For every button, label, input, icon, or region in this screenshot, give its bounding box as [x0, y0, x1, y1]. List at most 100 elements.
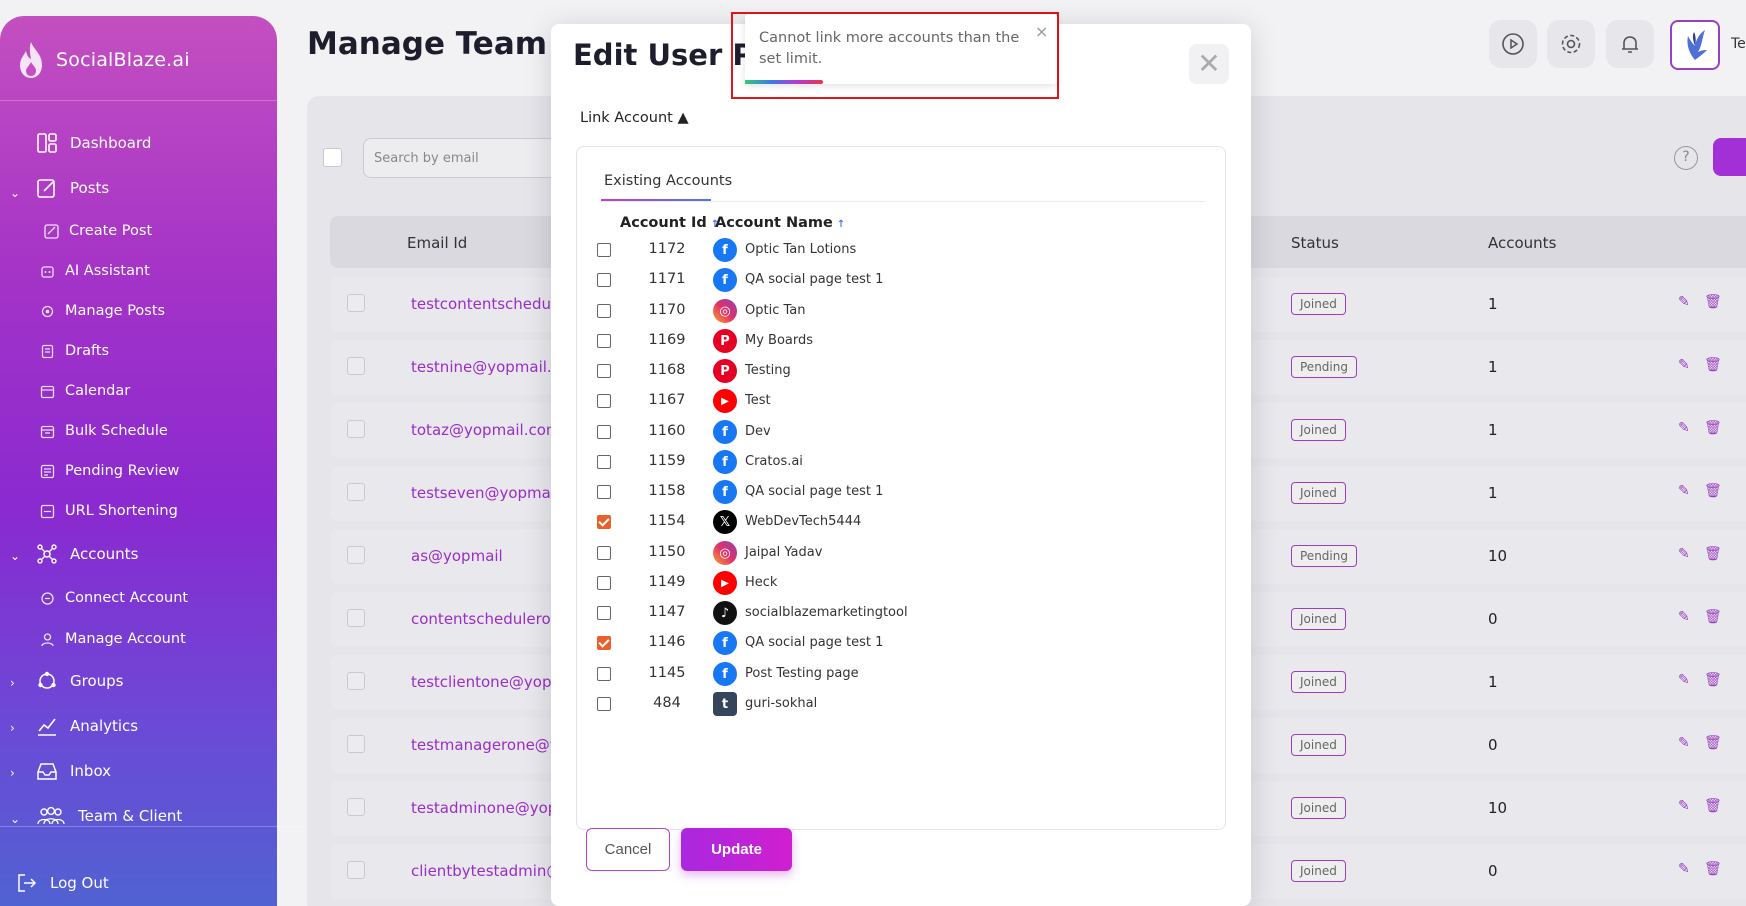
trash-icon[interactable]: 🗑 — [1704, 294, 1722, 310]
account-checkbox[interactable] — [597, 606, 611, 620]
tab-existing-accounts[interactable]: Existing Accounts — [604, 173, 732, 189]
account-row[interactable]: 1171 f QA social page test 1 — [577, 265, 1225, 295]
help-icon[interactable]: ? — [1674, 146, 1698, 170]
sidebar-item-ai-assistant[interactable]: AI Assistant — [40, 263, 150, 279]
sidebar-item-drafts[interactable]: Drafts — [40, 343, 109, 359]
row-checkbox[interactable] — [347, 483, 365, 501]
email-link[interactable]: testadminone@yop — [411, 799, 557, 817]
email-link[interactable]: testnine@yopmail.c — [411, 358, 560, 376]
sidebar-item-create-post[interactable]: Create Post — [44, 223, 152, 239]
sidebar-item-pending-review[interactable]: Pending Review — [40, 463, 179, 479]
sidebar-item-bulk-schedule[interactable]: Bulk Schedule — [40, 423, 168, 439]
chevron-down-icon[interactable]: ⌄ — [10, 549, 20, 563]
trash-icon[interactable]: 🗑 — [1704, 420, 1722, 436]
column-header-account-name[interactable]: Account Name ↑ — [715, 215, 845, 231]
account-row[interactable]: 1146 f QA social page test 1 — [577, 628, 1225, 658]
row-checkbox[interactable] — [347, 798, 365, 816]
account-row[interactable]: 1150 ◎ Jaipal Yadav — [577, 538, 1225, 568]
edit-icon[interactable]: ✎ — [1678, 861, 1690, 877]
brand[interactable]: SocialBlaze.ai — [14, 40, 190, 80]
sidebar-item-groups[interactable]: Groups — [36, 670, 123, 692]
sidebar-item-accounts[interactable]: Accounts — [36, 543, 138, 565]
email-link[interactable]: clientbytestadmin@ — [411, 862, 561, 880]
update-button[interactable]: Update — [681, 828, 792, 871]
sidebar-item-url-shortening[interactable]: URL Shortening — [40, 503, 178, 519]
toast-close-icon[interactable]: × — [1035, 22, 1048, 41]
cancel-button[interactable]: Cancel — [586, 828, 670, 871]
email-link[interactable]: testcontentschedule — [411, 295, 564, 313]
account-checkbox[interactable] — [597, 697, 611, 711]
account-row[interactable]: 1169 P My Boards — [577, 326, 1225, 356]
trash-icon[interactable]: 🗑 — [1704, 798, 1722, 814]
account-checkbox[interactable] — [597, 636, 611, 650]
email-link[interactable]: contentscheduleron — [411, 610, 560, 628]
sidebar-item-calendar[interactable]: Calendar — [40, 383, 130, 399]
column-header-account-id[interactable]: Account Id ↑ — [620, 215, 719, 231]
trash-icon[interactable]: 🗑 — [1704, 357, 1722, 373]
row-checkbox[interactable] — [347, 546, 365, 564]
account-checkbox[interactable] — [597, 364, 611, 378]
link-account-toggle[interactable]: Link Account ▲ — [580, 110, 689, 126]
account-row[interactable]: 1158 f QA social page test 1 — [577, 477, 1225, 507]
trash-icon[interactable]: 🗑 — [1704, 672, 1722, 688]
email-link[interactable]: testmanagerone@y — [411, 736, 559, 754]
trash-icon[interactable]: 🗑 — [1704, 861, 1722, 877]
edit-icon[interactable]: ✎ — [1678, 735, 1690, 751]
account-row[interactable]: 1149 ▶ Heck — [577, 568, 1225, 598]
account-row[interactable]: 1170 ◎ Optic Tan — [577, 296, 1225, 326]
sidebar-item-connect-account[interactable]: Connect Account — [40, 590, 188, 606]
account-row[interactable]: 1167 ▶ Test — [577, 386, 1225, 416]
account-checkbox[interactable] — [597, 515, 611, 529]
notifications-button[interactable] — [1606, 20, 1654, 68]
email-link[interactable]: testseven@yopmail — [411, 484, 559, 502]
settings-button[interactable] — [1547, 20, 1595, 68]
account-checkbox[interactable] — [597, 667, 611, 681]
row-checkbox[interactable] — [347, 735, 365, 753]
chevron-right-icon[interactable]: › — [10, 766, 15, 780]
account-checkbox[interactable] — [597, 576, 611, 590]
chevron-down-icon[interactable]: ⌄ — [10, 186, 20, 200]
email-link[interactable]: as@yopmail — [411, 547, 503, 565]
edit-icon[interactable]: ✎ — [1678, 546, 1690, 562]
row-checkbox[interactable] — [347, 294, 365, 312]
account-checkbox[interactable] — [597, 425, 611, 439]
search-input[interactable]: Search by email — [363, 138, 563, 178]
account-row[interactable]: 1159 f Cratos.ai — [577, 447, 1225, 477]
select-all-checkbox[interactable] — [323, 148, 342, 167]
chevron-down-icon[interactable]: ⌄ — [10, 812, 20, 826]
close-icon[interactable]: ✕ — [1189, 44, 1229, 84]
row-checkbox[interactable] — [347, 420, 365, 438]
sidebar-item-posts[interactable]: Posts — [36, 177, 109, 199]
account-checkbox[interactable] — [597, 455, 611, 469]
account-row[interactable]: 1168 P Testing — [577, 356, 1225, 386]
row-checkbox[interactable] — [347, 609, 365, 627]
account-row[interactable]: 1154 𝕏 WebDevTech5444 — [577, 507, 1225, 537]
account-checkbox[interactable] — [597, 243, 611, 257]
sidebar-item-team-client[interactable]: Team & Client — [36, 805, 182, 827]
account-row[interactable]: 1160 f Dev — [577, 417, 1225, 447]
sidebar-item-manage-posts[interactable]: Manage Posts — [40, 303, 165, 319]
account-row[interactable]: 484 t guri-sokhal — [577, 689, 1225, 719]
trash-icon[interactable]: 🗑 — [1704, 546, 1722, 562]
row-checkbox[interactable] — [347, 861, 365, 879]
email-link[interactable]: totaz@yopmail.com — [411, 421, 561, 439]
edit-icon[interactable]: ✎ — [1678, 483, 1690, 499]
logout-button[interactable]: Log Out — [16, 872, 109, 894]
sidebar-item-inbox[interactable]: Inbox — [36, 760, 111, 782]
trash-icon[interactable]: 🗑 — [1704, 483, 1722, 499]
chevron-right-icon[interactable]: › — [10, 721, 15, 735]
account-row[interactable]: 1172 f Optic Tan Lotions — [577, 235, 1225, 265]
account-row[interactable]: 1145 f Post Testing page — [577, 659, 1225, 689]
play-button[interactable] — [1489, 20, 1537, 68]
avatar[interactable] — [1670, 20, 1720, 70]
account-checkbox[interactable] — [597, 273, 611, 287]
account-checkbox[interactable] — [597, 546, 611, 560]
trash-icon[interactable]: 🗑 — [1704, 735, 1722, 751]
email-link[interactable]: testclientone@yopn — [411, 673, 561, 691]
account-checkbox[interactable] — [597, 334, 611, 348]
sidebar-item-manage-account[interactable]: Manage Account — [40, 631, 186, 647]
trash-icon[interactable]: 🗑 — [1704, 609, 1722, 625]
sidebar-item-analytics[interactable]: Analytics — [36, 715, 138, 737]
sidebar-item-dashboard[interactable]: Dashboard — [36, 132, 151, 154]
row-checkbox[interactable] — [347, 357, 365, 375]
